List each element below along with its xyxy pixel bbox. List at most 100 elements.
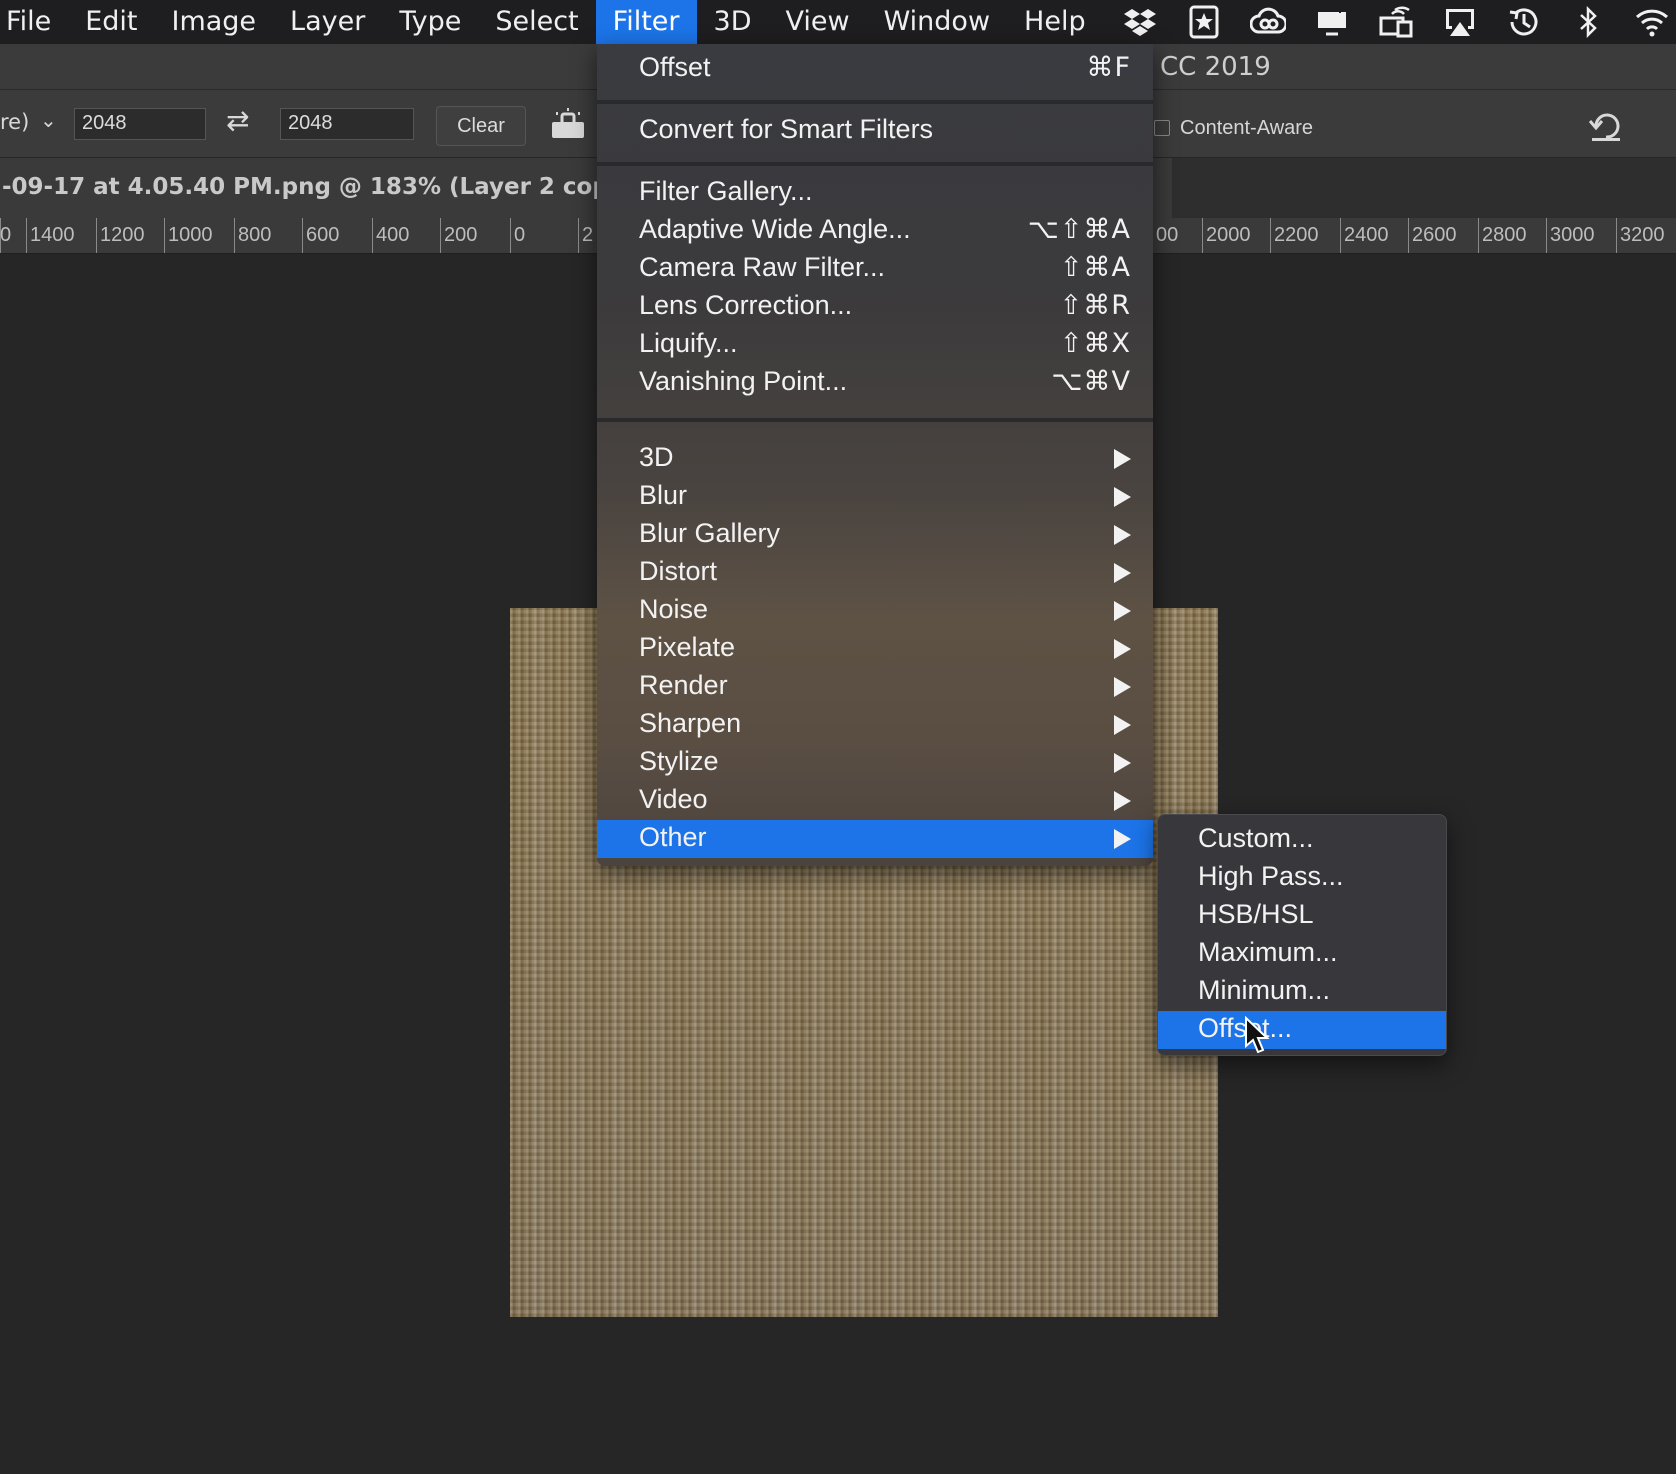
content-aware-label: Content-Aware [1180, 117, 1314, 139]
submenu-arrow-icon [1114, 677, 1131, 697]
menu-item-label: Stylize [639, 746, 719, 776]
submenu-arrow-icon [1114, 829, 1131, 849]
menu-item-label: Video [639, 784, 708, 814]
menu-item-label: Other [639, 822, 707, 852]
wifi-icon[interactable] [1632, 2, 1672, 42]
menu-item-sharpen[interactable]: Sharpen [597, 706, 1153, 744]
menu-item-last-filter[interactable]: Offset ⌘F [597, 50, 1153, 88]
dropbox-icon[interactable] [1120, 2, 1160, 42]
filter-menu: Offset ⌘F Convert for Smart Filters Filt… [597, 44, 1153, 866]
menu-item-label: Adaptive Wide Angle... [639, 214, 911, 244]
menu-item-adaptive-wide-angle[interactable]: Adaptive Wide Angle... ⌥⇧⌘A [597, 212, 1153, 250]
ruler-label: 800 [238, 224, 272, 246]
time-machine-icon[interactable] [1504, 2, 1544, 42]
menu-window[interactable]: Window [867, 0, 1007, 44]
submenu-item-label: High Pass... [1198, 861, 1344, 891]
status-icons [1120, 0, 1676, 44]
menu-item-label: Blur Gallery [639, 518, 781, 548]
menu-image[interactable]: Image [154, 0, 273, 44]
airplay-icon[interactable] [1440, 2, 1480, 42]
menu-item-convert-smart-filters[interactable]: Convert for Smart Filters [597, 112, 1153, 150]
bluetooth-icon[interactable] [1568, 2, 1608, 42]
menu-type[interactable]: Type [382, 0, 478, 44]
submenu-arrow-icon [1114, 791, 1131, 811]
menu-item-label: Liquify... [639, 328, 738, 358]
submenu-item-label: Custom... [1198, 823, 1314, 853]
ruler-label: 2000 [1206, 224, 1251, 246]
swap-dimensions-icon[interactable]: ⇄ [226, 104, 249, 137]
ruler-label: 3000 [1550, 224, 1595, 246]
menu-item-filter-gallery[interactable]: Filter Gallery... [597, 174, 1153, 212]
height-field[interactable]: 2048 [280, 108, 414, 140]
ruler-label: 0 [0, 224, 12, 246]
menu-item-blur-gallery[interactable]: Blur Gallery [597, 516, 1153, 554]
menu-filter[interactable]: Filter [595, 0, 697, 44]
menu-item-label: Offset [639, 52, 711, 82]
menu-item-label: Vanishing Point... [639, 366, 848, 396]
creative-cloud-icon[interactable] [1248, 2, 1288, 42]
menu-item-other[interactable]: Other [597, 820, 1153, 858]
submenu-arrow-icon [1114, 563, 1131, 583]
menu-item-label: Lens Correction... [639, 290, 853, 320]
ruler-label: 1200 [100, 224, 145, 246]
submenu-item-maximum[interactable]: Maximum... [1158, 935, 1446, 973]
submenu-item-minimum[interactable]: Minimum... [1158, 973, 1446, 1011]
menu-item-liquify[interactable]: Liquify... ⇧⌘X [597, 326, 1153, 364]
menu-item-distort[interactable]: Distort [597, 554, 1153, 592]
submenu-item-offset[interactable]: Offset... [1158, 1011, 1446, 1049]
display-icon[interactable] [1312, 2, 1352, 42]
menu-separator [597, 162, 1153, 166]
submenu-arrow-icon [1114, 715, 1131, 735]
menu-item-3d[interactable]: 3D [597, 440, 1153, 478]
ruler-label: 2200 [1274, 224, 1319, 246]
submenu-arrow-icon [1114, 753, 1131, 773]
menu-item-shortcut: ⇧⌘A [1059, 252, 1131, 283]
menu-item-camera-raw-filter[interactable]: Camera Raw Filter... ⇧⌘A [597, 250, 1153, 288]
submenu-item-high-pass[interactable]: High Pass... [1158, 859, 1446, 897]
menu-file[interactable]: File [0, 0, 68, 44]
submenu-arrow-icon [1114, 487, 1131, 507]
menu-item-lens-correction[interactable]: Lens Correction... ⇧⌘R [597, 288, 1153, 326]
menu-item-label: Noise [639, 594, 709, 624]
submenu-arrow-icon [1114, 601, 1131, 621]
mouse-pointer-icon [1243, 1015, 1271, 1056]
submenu-item-custom[interactable]: Custom... [1158, 821, 1446, 859]
submenu-arrow-icon [1114, 449, 1131, 469]
submenu-item-hsb-hsl[interactable]: HSB/HSL [1158, 897, 1446, 935]
submenu-item-label: Minimum... [1198, 975, 1331, 1005]
menu-3d[interactable]: 3D [697, 0, 769, 44]
app-title: CC 2019 [1160, 52, 1271, 82]
bookmark-star-icon[interactable] [1184, 2, 1224, 42]
menu-item-pixelate[interactable]: Pixelate [597, 630, 1153, 668]
submenu-arrow-icon [1114, 525, 1131, 545]
width-field[interactable]: 2048 [74, 108, 206, 140]
menu-item-label: Convert for Smart Filters [639, 114, 934, 144]
menu-select[interactable]: Select [478, 0, 595, 44]
menu-edit[interactable]: Edit [68, 0, 154, 44]
wireless-display-icon[interactable] [1376, 2, 1416, 42]
reset-icon[interactable] [1586, 108, 1626, 144]
chevron-down-icon[interactable]: ⌄ [40, 108, 57, 132]
submenu-arrow-icon [1114, 639, 1131, 659]
menu-item-stylize[interactable]: Stylize [597, 744, 1153, 782]
ruler-label: 3200 [1620, 224, 1665, 246]
menu-item-noise[interactable]: Noise [597, 592, 1153, 630]
menu-item-video[interactable]: Video [597, 782, 1153, 820]
menu-item-vanishing-point[interactable]: Vanishing Point... ⌥⌘V [597, 364, 1153, 402]
straighten-icon[interactable] [548, 108, 588, 142]
ruler-label: 0 [514, 224, 526, 246]
menu-view[interactable]: View [768, 0, 866, 44]
crop-mode-select[interactable]: re) [0, 110, 29, 134]
menu-item-label: Pixelate [639, 632, 736, 662]
content-aware-checkbox[interactable] [1154, 120, 1170, 136]
menu-layer[interactable]: Layer [273, 0, 382, 44]
menu-item-render[interactable]: Render [597, 668, 1153, 706]
menu-separator [597, 418, 1153, 422]
macos-menu-bar: File Edit Image Layer Type Select Filter… [0, 0, 1676, 44]
clear-button[interactable]: Clear [436, 106, 526, 146]
ruler-label: 1400 [30, 224, 75, 246]
menu-item-blur[interactable]: Blur [597, 478, 1153, 516]
ruler-label: 400 [376, 224, 410, 246]
menu-help[interactable]: Help [1007, 0, 1103, 44]
submenu-item-label: Maximum... [1198, 937, 1338, 967]
